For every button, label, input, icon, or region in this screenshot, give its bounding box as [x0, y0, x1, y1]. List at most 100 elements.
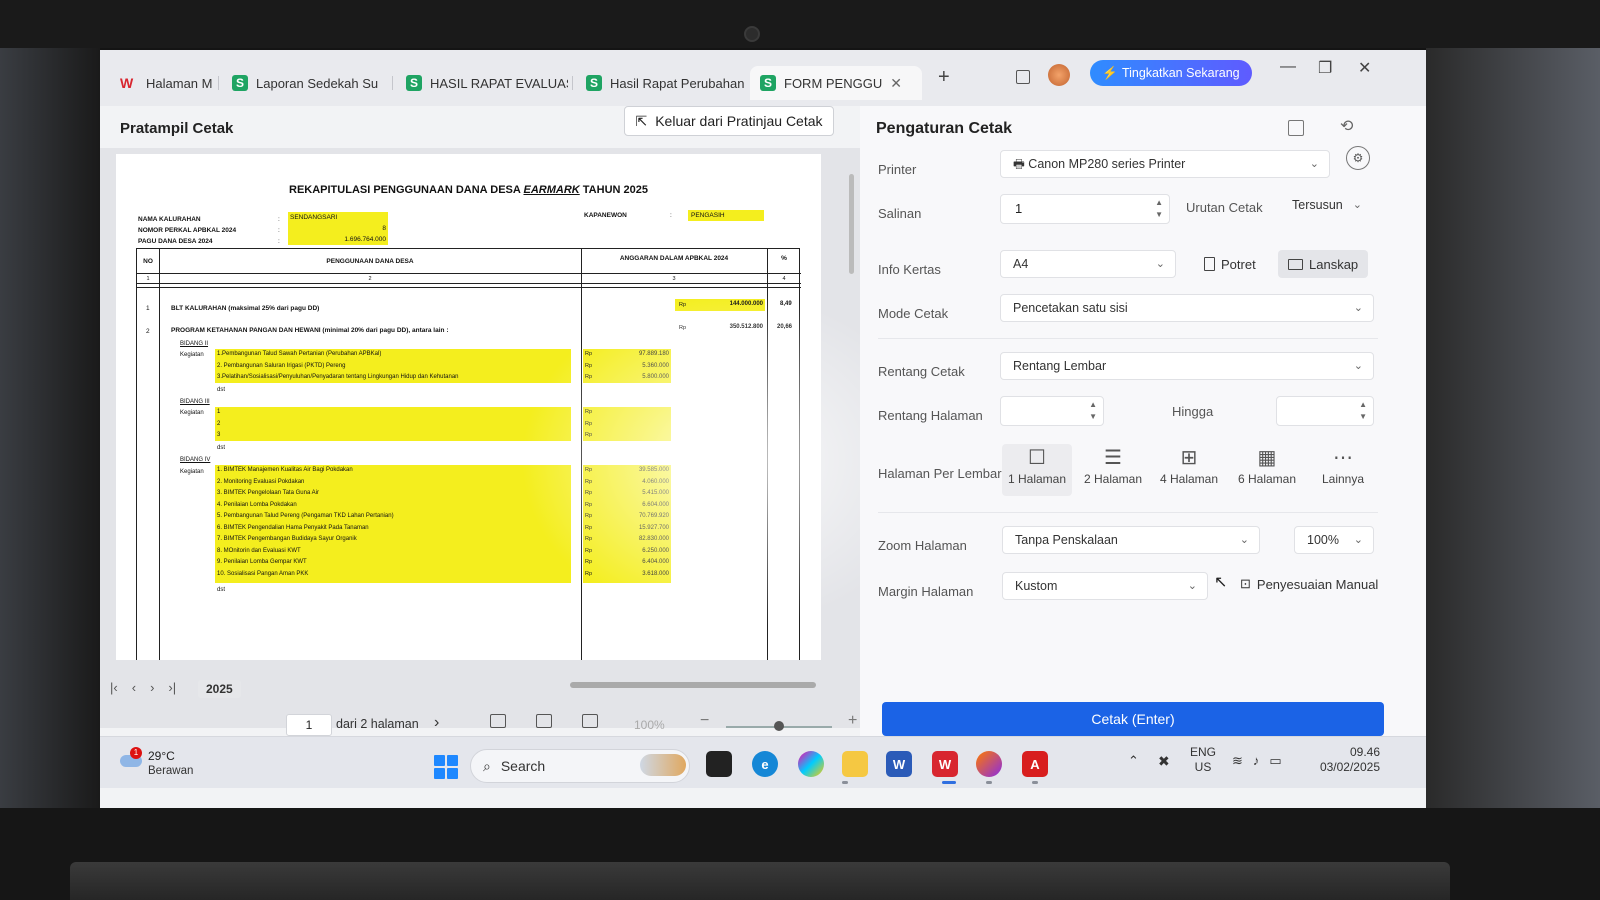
new-tab-button[interactable]: +: [938, 66, 950, 89]
firefox-icon[interactable]: [976, 751, 1002, 777]
stepper-icon: ▲ ▼: [1155, 198, 1163, 219]
rp-label: Rp: [585, 490, 593, 496]
tab-form-penggunaan[interactable]: S FORM PENGGU ✕: [750, 66, 922, 100]
wps-office-icon[interactable]: W: [932, 751, 958, 777]
edge-icon[interactable]: e: [752, 751, 778, 777]
minimize-button[interactable]: —: [1280, 58, 1296, 76]
manual-adjust-button[interactable]: ⊡ Penyesuaian Manual: [1230, 570, 1388, 598]
battery-icon: ▭: [1269, 753, 1282, 768]
tab-hasil-rapat-perubahan[interactable]: S Hasil Rapat Perubahan 2: [576, 66, 748, 100]
prev-sheet-icon[interactable]: ‹: [132, 680, 136, 695]
next-sheet-icon[interactable]: ›: [150, 680, 154, 695]
horizontal-scrollbar[interactable]: [570, 680, 840, 690]
page-range-from-input[interactable]: ▲ ▼: [1000, 396, 1104, 426]
kapanewon-value: PENGASIH: [688, 210, 764, 221]
amount-value: 4.060.000: [642, 478, 669, 485]
page-zoom-select[interactable]: Tanpa Penskalaan ⌄: [1002, 526, 1260, 554]
print-range-select[interactable]: Rentang Lembar ⌄: [1000, 352, 1374, 380]
amount-value: 6.604.000: [642, 501, 669, 508]
vertical-scrollbar[interactable]: [848, 164, 856, 664]
pps-6[interactable]: ▦ 6 Halaman: [1232, 444, 1302, 496]
copilot-icon[interactable]: [798, 751, 824, 777]
landscape-button[interactable]: Lanskap: [1278, 250, 1369, 278]
window-tile-icon[interactable]: [1016, 70, 1030, 84]
word-icon[interactable]: W: [886, 751, 912, 777]
zoom-percent-select[interactable]: 100% ⌄: [1294, 526, 1374, 554]
close-window-button[interactable]: ✕: [1358, 58, 1371, 78]
pps-2[interactable]: ☰ 2 Halaman: [1078, 444, 1148, 496]
sheet-tab-2025[interactable]: 2025: [198, 680, 241, 698]
search-highlight-art: [640, 754, 686, 776]
next-page-icon[interactable]: ›: [434, 714, 439, 732]
task-view-icon[interactable]: [706, 751, 732, 777]
pin-icon[interactable]: ⟲: [1340, 116, 1353, 136]
system-tray[interactable]: ≋ ♪ ▭: [1232, 753, 1282, 769]
weather-temp[interactable]: 29°C: [148, 749, 175, 763]
zoom-level[interactable]: 100%: [634, 718, 665, 732]
tray-chevron-icon[interactable]: ⌃: [1128, 753, 1139, 769]
list-item: 2: [217, 420, 221, 427]
file-explorer-icon[interactable]: [842, 751, 868, 777]
list-item: 1.Pembangunan Talud Sawah Pertanian (Per…: [217, 351, 382, 357]
amount-value: 15.927.700: [638, 524, 669, 531]
header-penggunaan: PENGGUNAAN DANA DESA: [326, 258, 414, 265]
close-tab-icon[interactable]: ✕: [890, 75, 902, 92]
kapanewon-label: KAPANEWON: [584, 212, 627, 219]
page-range-to-input[interactable]: ▲ ▼: [1276, 396, 1374, 426]
background-right: [1426, 48, 1600, 808]
pps-1[interactable]: ☐ 1 Halaman: [1002, 444, 1072, 496]
list-item: 4. Penilaian Lomba Pokdakan: [217, 501, 297, 508]
amount-value: 3.618.000: [642, 570, 669, 577]
print-button[interactable]: Cetak (Enter): [882, 702, 1384, 736]
page-number-input[interactable]: 1: [286, 714, 332, 736]
zoom-in-button[interactable]: +: [848, 712, 857, 730]
tab-hasil-rapat-evaluasi[interactable]: S HASIL RAPAT EVALUASI: [396, 66, 568, 100]
print-mode-select[interactable]: Pencetakan satu sisi ⌄: [1000, 294, 1374, 322]
amount-value: 5.800.000: [642, 374, 669, 380]
amount-value: 5.415.000: [642, 490, 669, 496]
header-anggaran: ANGGARAN DALAM APBKAL 2024: [619, 255, 729, 262]
page-view-icon[interactable]: [582, 714, 598, 728]
windows-start-icon[interactable]: [434, 755, 458, 779]
tab-label: HASIL RAPAT EVALUASI: [430, 75, 568, 91]
list-item: 3: [217, 432, 221, 438]
acrobat-icon[interactable]: A: [1022, 751, 1048, 777]
list-item: 1. BIMTEK Manajemen Kualitas Air Bagi Po…: [217, 467, 353, 473]
printer-icon: 🖶: [1013, 157, 1025, 171]
avatar[interactable]: [1048, 64, 1070, 86]
tab-laporan-sedekah[interactable]: S Laporan Sedekah Su: [222, 66, 388, 100]
dropbox-icon[interactable]: ✖: [1158, 753, 1170, 770]
weather-desc[interactable]: Berawan: [148, 765, 193, 777]
language-indicator[interactable]: ENG US: [1190, 745, 1216, 775]
volume-icon: ♪: [1252, 753, 1260, 768]
paper-size-select[interactable]: A4 ⌄: [1000, 250, 1176, 278]
normal-view-icon[interactable]: [490, 714, 506, 728]
margin-select[interactable]: Kustom ⌄: [1002, 572, 1208, 600]
tab-home[interactable]: W Halaman M: [110, 66, 214, 100]
meta-value: SENDANGSARI: [288, 212, 388, 223]
list-item: 9. Penilaian Lomba Gempar KWT: [217, 559, 307, 565]
restore-button[interactable]: ❐: [1318, 58, 1332, 78]
first-sheet-icon[interactable]: |‹: [110, 680, 118, 695]
amount-value: 6.250.000: [642, 547, 669, 554]
split-view-icon[interactable]: [536, 714, 552, 728]
pps-more[interactable]: ⋯ Lainnya: [1308, 444, 1378, 496]
panel-layout-icon[interactable]: [1288, 120, 1304, 136]
tab-label: Halaman M: [146, 75, 213, 91]
pps-4[interactable]: ⊞ 4 Halaman: [1154, 444, 1224, 496]
portrait-button[interactable]: Potret: [1194, 250, 1266, 278]
data-table: NO PENGGUNAAN DANA DESA ANGGARAN DALAM A…: [136, 248, 801, 660]
upgrade-button[interactable]: ⚡ Tingkatkan Sekarang: [1090, 60, 1252, 86]
zoom-out-button[interactable]: −: [700, 712, 709, 730]
copies-input[interactable]: 1 ▲ ▼: [1000, 194, 1170, 224]
weather-icon[interactable]: 1: [118, 747, 144, 767]
list-item: 3.Pelatihan/Sosialisasi/Penyuluhan/Penya…: [217, 374, 459, 380]
last-sheet-icon[interactable]: ›|: [168, 680, 176, 695]
printer-select[interactable]: 🖶 Canon MP280 series Printer ⌄: [1000, 150, 1330, 178]
zoom-slider-handle[interactable]: [774, 721, 784, 731]
printer-properties-button[interactable]: ⚙: [1346, 146, 1370, 170]
order-select[interactable]: Tersusun ⌄: [1280, 192, 1372, 220]
clock[interactable]: 09.46 03/02/2025: [1316, 745, 1380, 775]
exit-preview-button[interactable]: ⇱ Keluar dari Pratinjau Cetak: [624, 106, 834, 136]
amount-value: 97.889.180: [638, 351, 669, 357]
